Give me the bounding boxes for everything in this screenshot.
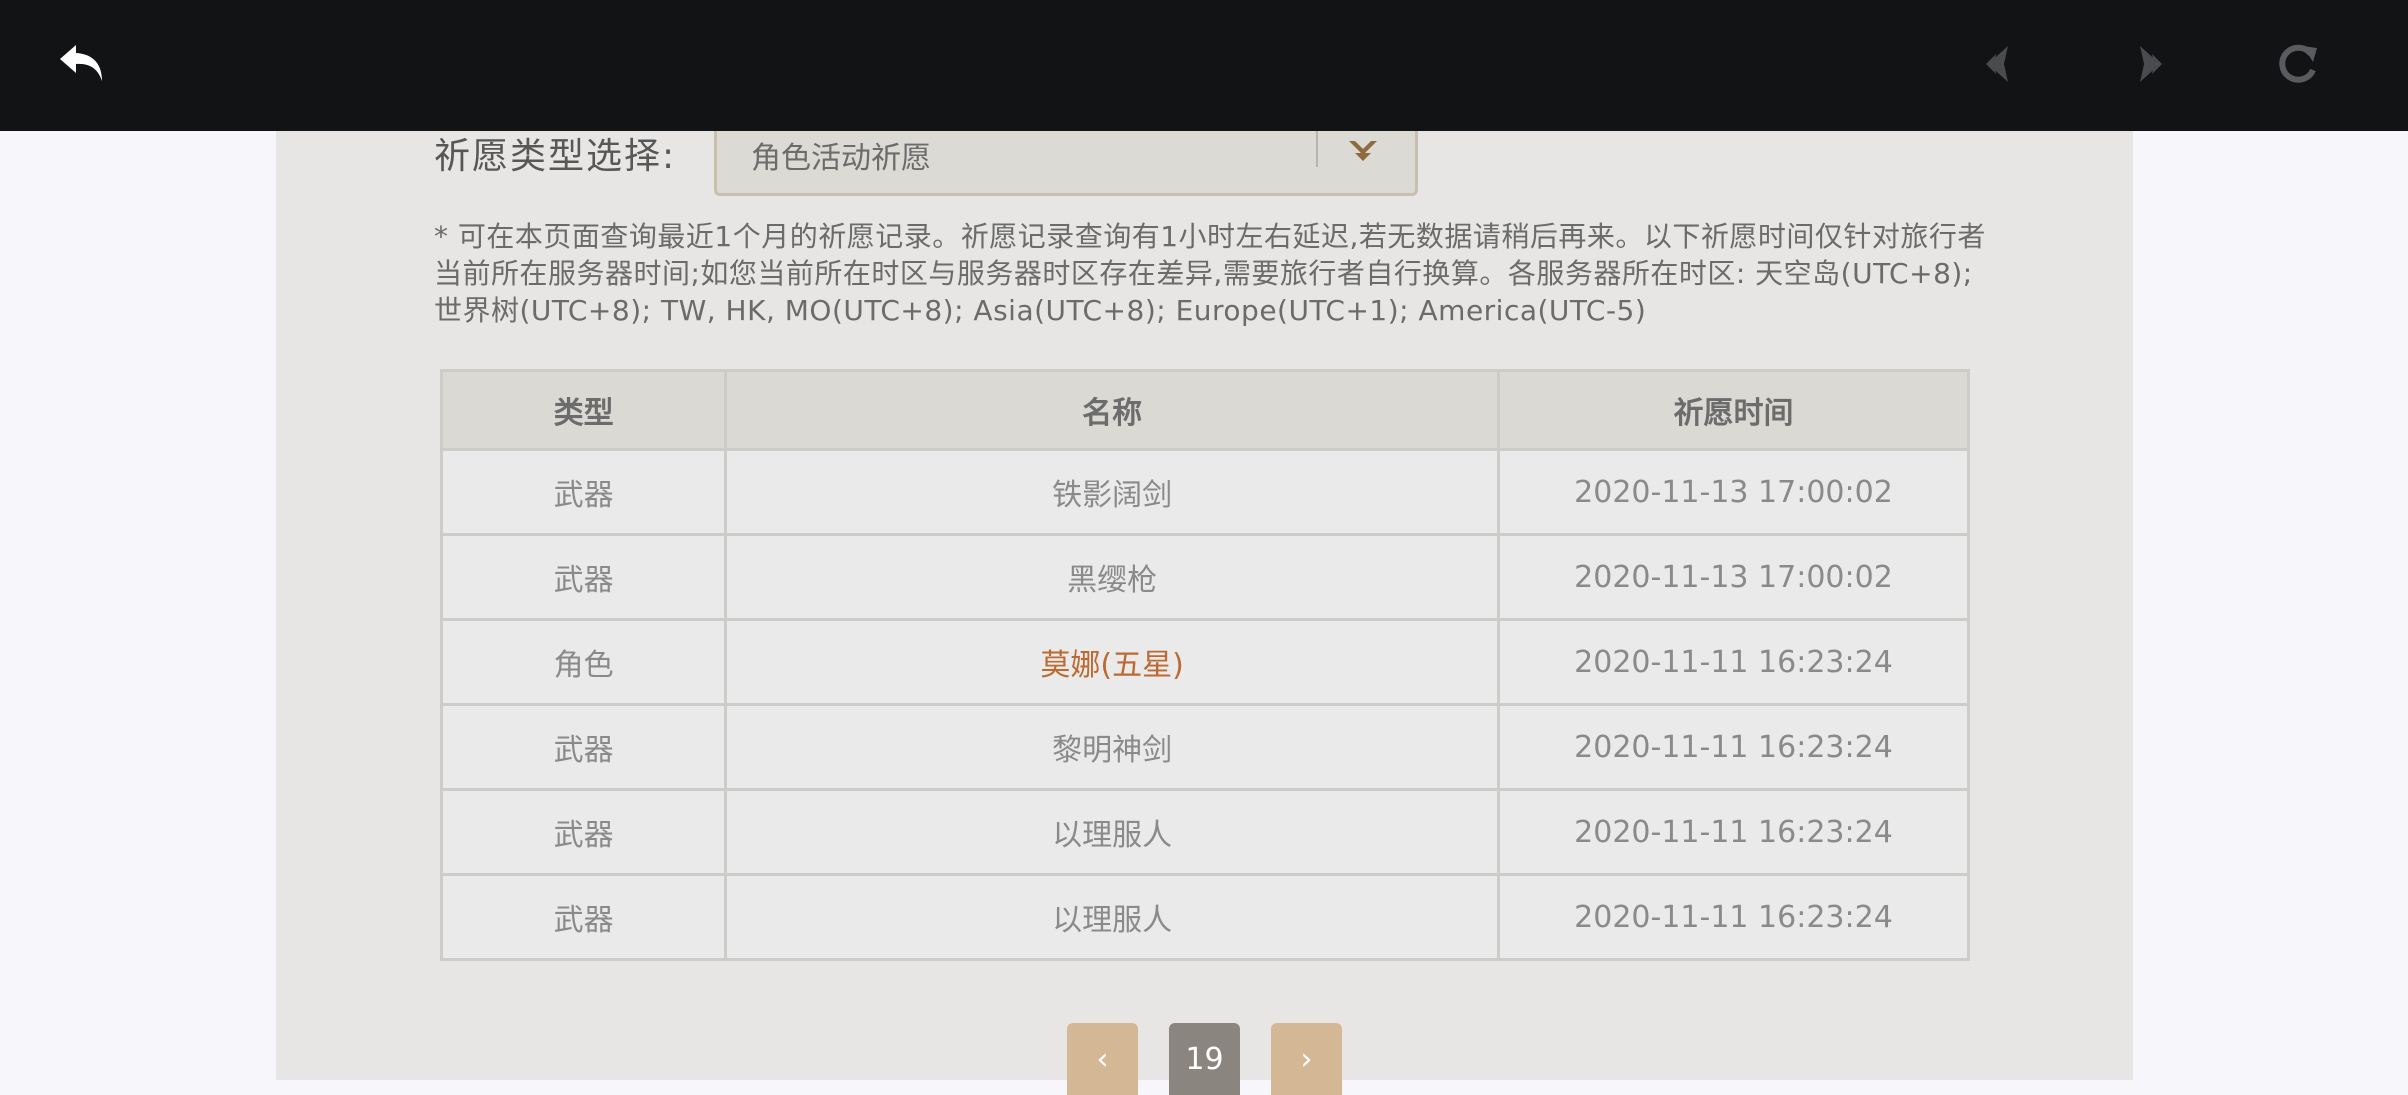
row-type: 武器: [439, 788, 728, 876]
notice-text: * 可在本页面查询最近1个月的祈愿记录。祈愿记录查询有1小时左右延迟,若无数据请…: [434, 220, 1986, 327]
row-name: 黎明神剑: [724, 703, 1500, 791]
row-time: 2020-11-11 16:23:24: [1496, 788, 1971, 876]
chevron-down-icon[interactable]: [1345, 133, 1381, 169]
header-type: 类型: [439, 369, 728, 451]
row-type: 武器: [439, 703, 728, 791]
row-name: 莫娜(五星): [724, 618, 1500, 706]
back-arrow-icon[interactable]: [53, 34, 113, 94]
row-type: 武器: [439, 533, 728, 621]
row-type: 角色: [439, 618, 728, 706]
table-row: 武器 黑缨枪 2020-11-13 17:00:02: [439, 533, 1971, 621]
row-time: 2020-11-11 16:23:24: [1496, 873, 1971, 961]
pager-prev-button[interactable]: ‹: [1067, 1023, 1138, 1095]
row-time: 2020-11-13 17:00:02: [1496, 448, 1971, 536]
row-name: 以理服人: [724, 788, 1500, 876]
row-name: 黑缨枪: [724, 533, 1500, 621]
table-row: 武器 以理服人 2020-11-11 16:23:24: [439, 873, 1971, 961]
top-bar: [0, 0, 2408, 131]
wish-type-dropdown[interactable]: 角色活动祈愿: [714, 121, 1418, 196]
table-row: 角色 莫娜(五星) 2020-11-11 16:23:24: [439, 618, 1971, 706]
header-name: 名称: [724, 369, 1500, 451]
table-header-row: 类型 名称 祈愿时间: [439, 369, 1971, 451]
row-name: 铁影阔剑: [724, 448, 1500, 536]
wish-records-table: 类型 名称 祈愿时间 武器 铁影阔剑 2020-11-13 17:00:02 武…: [439, 369, 1971, 961]
next-page-icon[interactable]: [2118, 34, 2178, 94]
refresh-icon[interactable]: [2267, 34, 2327, 94]
wish-history-panel: 祈愿类型选择: 角色活动祈愿 * 可在本页面查询最近1个月的祈愿记录。祈愿记录查…: [276, 121, 2133, 1095]
table-row: 武器 黎明神剑 2020-11-11 16:23:24: [439, 703, 1971, 791]
row-time: 2020-11-11 16:23:24: [1496, 703, 1971, 791]
pager-current-page: 19: [1169, 1023, 1240, 1095]
row-time: 2020-11-13 17:00:02: [1496, 533, 1971, 621]
table-row: 武器 铁影阔剑 2020-11-13 17:00:02: [439, 448, 1971, 536]
pager-next-button[interactable]: ›: [1271, 1023, 1342, 1095]
header-time: 祈愿时间: [1496, 369, 1971, 451]
dropdown-divider: [1316, 131, 1318, 167]
prev-page-icon[interactable]: [1970, 34, 2030, 94]
wish-type-label: 祈愿类型选择:: [434, 136, 677, 177]
table-row: 武器 以理服人 2020-11-11 16:23:24: [439, 788, 1971, 876]
row-type: 武器: [439, 448, 728, 536]
wish-type-selected: 角色活动祈愿: [751, 141, 931, 176]
row-type: 武器: [439, 873, 728, 961]
row-name: 以理服人: [724, 873, 1500, 961]
row-time: 2020-11-11 16:23:24: [1496, 618, 1971, 706]
